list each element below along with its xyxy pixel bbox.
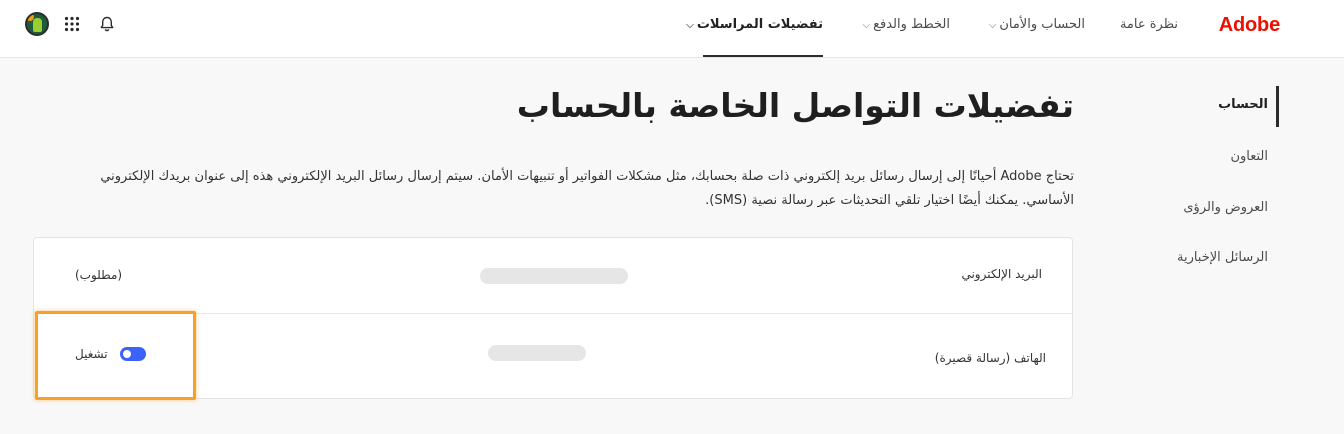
avatar-status-dot (27, 14, 34, 21)
adobe-logo[interactable]: Adobe (1219, 14, 1280, 37)
email-value-placeholder (480, 268, 628, 284)
nav-overview[interactable]: نظرة عامة (1120, 17, 1178, 57)
email-required-text: (مطلوب) (75, 268, 123, 282)
nav-communication-preferences-label: تفضيلات المراسلات (696, 17, 823, 32)
sidebar-active-indicator (1276, 86, 1279, 127)
avatar-figure (33, 18, 42, 32)
nav-account-security[interactable]: الحساب والأمان⌵ (989, 17, 1085, 57)
nav-account-security-label: الحساب والأمان (999, 17, 1085, 32)
email-row-label: البريد الإلكتروني (961, 267, 1042, 281)
nav-overview-label: نظرة عامة (1119, 17, 1178, 32)
page-title: تفضيلات التواصل الخاصة بالحساب (516, 86, 1074, 125)
top-navigation-bar: Adobe نظرة عامة الحساب والأمان⌵ الخطط وا… (0, 0, 1344, 58)
chevron-down-icon: ⌵ (862, 20, 871, 31)
bell-icon[interactable] (97, 14, 117, 34)
nav-plans-payment-label: الخطط والدفع (873, 17, 950, 32)
page-description: تحتاج Adobe أحيانًا إلى إرسال رسائل بريد… (100, 169, 1074, 208)
phone-row-label: الهاتف (رسالة قصيرة) (934, 351, 1046, 365)
sidebar-item-account[interactable]: الحساب (1218, 97, 1268, 112)
apps-grid-icon[interactable] (63, 15, 81, 33)
chevron-down-icon: ⌵ (988, 20, 997, 31)
chevron-down-icon: ⌵ (686, 20, 694, 31)
nav-plans-payment[interactable]: الخطط والدفع⌵ (862, 17, 950, 57)
sidebar-item-collaboration[interactable]: التعاون (1230, 149, 1268, 164)
sidebar-item-offers-insights[interactable]: العروض والرؤى (1183, 200, 1268, 215)
sidebar-item-newsletters[interactable]: الرسائل الإخبارية (1177, 250, 1268, 265)
nav-communication-preferences[interactable]: تفضيلات المراسلات⌵ (686, 17, 823, 57)
highlight-box (35, 311, 196, 400)
avatar[interactable] (25, 12, 49, 36)
phone-value-placeholder (488, 345, 586, 361)
